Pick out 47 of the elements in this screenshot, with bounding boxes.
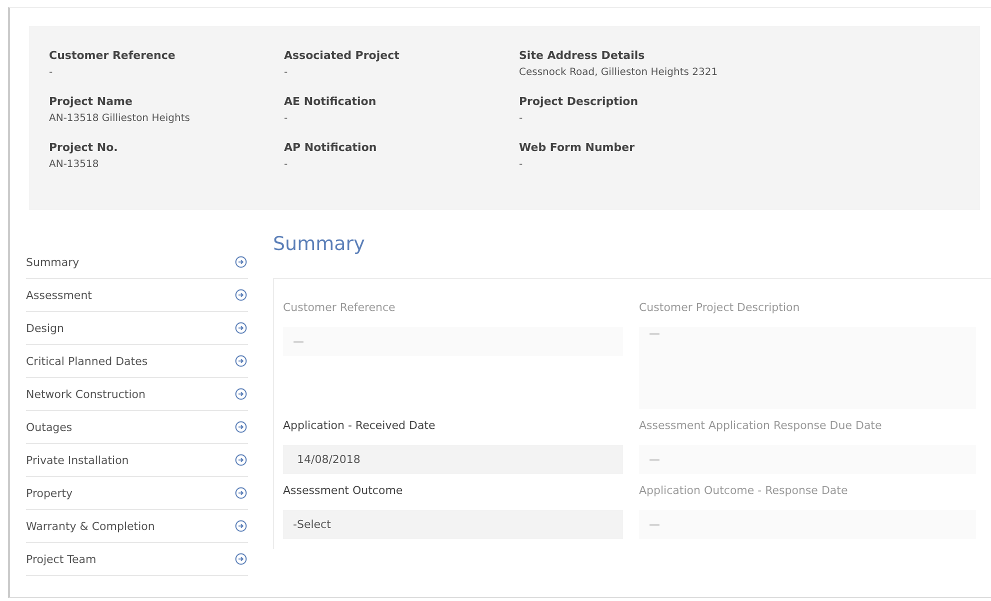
input-field[interactable]: 14/08/2018 bbox=[283, 445, 623, 474]
nav-item[interactable]: Network Construction bbox=[26, 378, 248, 411]
arrow-circle-icon bbox=[235, 355, 247, 367]
field-label: Customer Project Description bbox=[639, 301, 800, 315]
nav-item[interactable]: Private Installation bbox=[26, 444, 248, 477]
field-label: Application Outcome - Response Date bbox=[639, 484, 848, 498]
select-field[interactable]: -Select bbox=[283, 510, 623, 539]
arrow-circle-icon bbox=[235, 289, 247, 301]
field-label: Assessment Outcome bbox=[283, 484, 403, 498]
arrow-circle-icon bbox=[235, 322, 247, 334]
nav-item[interactable]: Design bbox=[26, 312, 248, 345]
field-value: - bbox=[519, 158, 523, 172]
nav-item[interactable]: Property bbox=[26, 477, 248, 510]
arrow-circle-icon bbox=[235, 487, 247, 499]
nav-item[interactable]: Warranty & Completion bbox=[26, 510, 248, 543]
nav-item[interactable]: Outages bbox=[26, 411, 248, 444]
arrow-circle-icon bbox=[235, 256, 247, 268]
field-value: - bbox=[284, 66, 288, 80]
field-value: AN-13518 Gillieston Heights bbox=[49, 112, 190, 126]
field-label: Project No. bbox=[49, 140, 118, 155]
field-label: Customer Reference bbox=[49, 48, 176, 63]
field-label: Site Address Details bbox=[519, 48, 645, 63]
field-value: - bbox=[519, 112, 523, 126]
arrow-circle-icon bbox=[235, 520, 247, 532]
field-value: - bbox=[284, 158, 288, 172]
field-label: Project Description bbox=[519, 94, 638, 109]
field-value: - bbox=[49, 66, 53, 80]
arrow-circle-icon bbox=[235, 388, 247, 400]
field-label: Customer Reference bbox=[283, 301, 396, 315]
field-label: AP Notification bbox=[284, 140, 377, 155]
arrow-circle-icon bbox=[235, 553, 247, 565]
arrow-circle-icon bbox=[235, 421, 247, 433]
field-value: Cessnock Road, Gillieston Heights 2321 bbox=[519, 66, 718, 80]
field-label: Project Name bbox=[49, 94, 132, 109]
field-label: Application - Received Date bbox=[283, 419, 436, 433]
field-label: Associated Project bbox=[284, 48, 400, 63]
field-label: Web Form Number bbox=[519, 140, 635, 155]
field-label: AE Notification bbox=[284, 94, 376, 109]
nav-item[interactable]: Project Team bbox=[26, 543, 248, 576]
field-value: - bbox=[284, 112, 288, 126]
nav-item[interactable]: Summary bbox=[26, 246, 248, 279]
nav-item[interactable]: Assessment bbox=[26, 279, 248, 312]
field-label: Assessment Application Response Due Date bbox=[639, 419, 882, 433]
field-value: AN-13518 bbox=[49, 158, 99, 172]
arrow-circle-icon bbox=[235, 454, 247, 466]
section-title: Summary bbox=[273, 232, 365, 256]
nav-item[interactable]: Critical Planned Dates bbox=[26, 345, 248, 378]
